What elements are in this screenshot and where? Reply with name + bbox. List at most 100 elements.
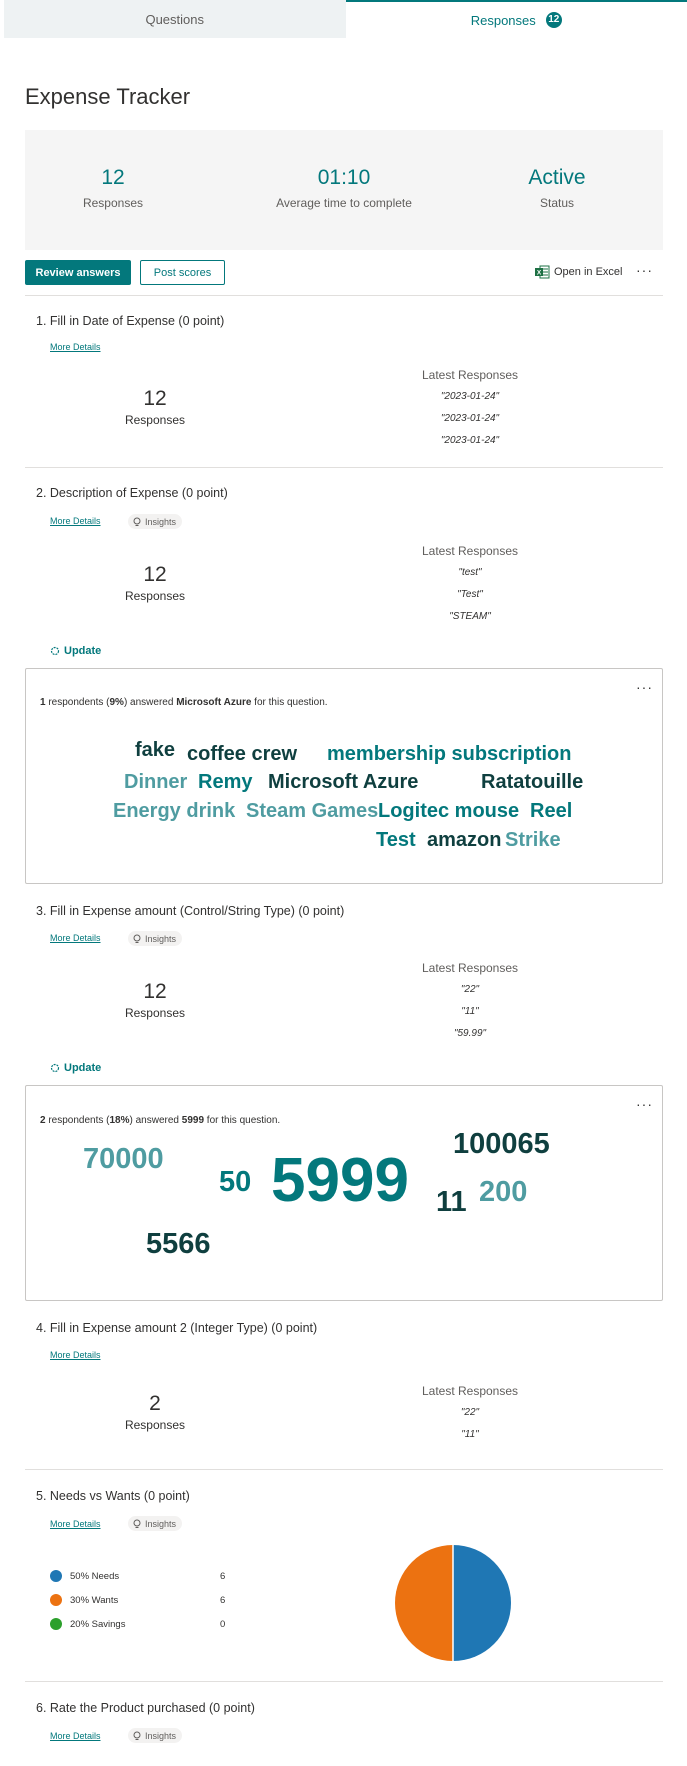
q5-legend: 50% Needs 6 30% Wants 6 20% Savings 0 — [50, 1564, 225, 1636]
review-answers-button[interactable]: Review answers — [25, 260, 131, 285]
legend-item: 30% Wants 6 — [50, 1588, 225, 1612]
open-in-excel-button[interactable]: X Open in Excel — [535, 265, 622, 279]
form-title: Expense Tracker — [25, 84, 191, 109]
q4-response-count: 2 Responses — [85, 1392, 225, 1432]
word-cloud-item: 50 — [219, 1166, 252, 1198]
lightbulb-icon — [133, 934, 141, 943]
status-stat-label: Status — [539, 196, 575, 210]
q3-more-details-link[interactable]: More Details — [50, 933, 101, 943]
word-cloud-item: fake — [135, 739, 176, 761]
q1-latest-item: "2023-01-24" — [440, 413, 500, 424]
q4-count-label: Responses — [124, 1418, 186, 1432]
q3-insights-label: Insights — [145, 933, 177, 944]
q1-latest-responses: Latest Responses "2023-01-24" "2023-01-2… — [380, 368, 560, 452]
q3-insights-button[interactable]: Insights — [128, 931, 183, 946]
word-cloud-item: membership subscription — [327, 743, 572, 765]
q2-card-more-icon[interactable]: ··· — [636, 679, 653, 695]
q3-insight-card: ··· 2 respondents (18%) answered 5999 fo… — [25, 1085, 663, 1301]
lightbulb-icon — [133, 517, 141, 526]
word-cloud-item: Strike — [505, 829, 561, 851]
question-2-title: 2. Description of Expense (0 point) — [36, 486, 228, 500]
divider — [25, 467, 663, 468]
q2-update-label: Update — [64, 645, 102, 657]
pie-slice-needs — [453, 1545, 511, 1661]
word-cloud-item: 11 — [436, 1186, 467, 1218]
excel-icon: X — [535, 265, 550, 279]
more-options-icon[interactable]: ··· — [636, 262, 653, 278]
legend-item: 50% Needs 6 — [50, 1564, 225, 1588]
word-cloud-item: Ratatouille — [481, 771, 584, 793]
legend-dot — [50, 1618, 62, 1630]
q3-insight-text: ) answered — [129, 1115, 182, 1126]
question-4-title: 4. Fill in Expense amount 2 (Integer Typ… — [36, 1321, 318, 1335]
q2-update-button[interactable]: Update — [50, 645, 101, 657]
q1-count-label: Responses — [124, 413, 186, 427]
tab-questions-label: Questions — [145, 11, 205, 27]
post-scores-button[interactable]: Post scores — [140, 260, 225, 285]
q3-update-button[interactable]: Update — [50, 1062, 101, 1074]
word-cloud-item: Microsoft Azure — [268, 771, 419, 793]
avg-time-stat: 01:10 Average time to complete — [244, 166, 444, 210]
q6-insights-label: Insights — [145, 1730, 177, 1741]
q3-card-more-icon[interactable]: ··· — [636, 1096, 653, 1112]
q2-count-value: 12 — [143, 563, 167, 586]
word-cloud-item: Steam Games — [246, 800, 379, 822]
q5-insights-button[interactable]: Insights — [128, 1516, 183, 1531]
q3-response-count: 12 Responses — [85, 980, 225, 1020]
q2-more-details-link[interactable]: More Details — [50, 516, 101, 526]
legend-label: 50% Needs — [70, 1570, 120, 1582]
q2-count-label: Responses — [124, 589, 186, 603]
q1-latest-heading: Latest Responses — [421, 368, 519, 382]
divider — [25, 1469, 663, 1470]
q2-insight-card: ··· 1 respondents (9%) answered Microsof… — [25, 668, 663, 884]
tab-questions[interactable]: Questions — [4, 0, 346, 38]
q2-latest-heading: Latest Responses — [421, 544, 519, 558]
q4-more-details-link[interactable]: More Details — [50, 1350, 101, 1360]
summary-panel: 12 Responses 01:10 Average time to compl… — [25, 130, 663, 250]
q2-insights-label: Insights — [145, 516, 177, 527]
q2-insight-text: for this question. — [251, 697, 328, 708]
q4-latest-item: "22" — [460, 1407, 480, 1418]
lightbulb-icon — [133, 1519, 141, 1528]
question-3-title: 3. Fill in Expense amount (Control/Strin… — [36, 904, 345, 918]
word-cloud-item: 200 — [479, 1176, 528, 1208]
word-cloud-item: Remy — [198, 771, 253, 793]
word-cloud-item: 70000 — [83, 1143, 164, 1175]
q2-latest-item: "Test" — [457, 589, 483, 600]
q3-insight-text: respondents ( — [45, 1115, 110, 1126]
q1-more-details-link[interactable]: More Details — [50, 342, 101, 352]
word-cloud-item: amazon — [427, 829, 502, 851]
divider — [25, 295, 663, 296]
pie-slice-wants — [395, 1545, 453, 1661]
q3-insight-answer: 5999 — [181, 1115, 205, 1126]
q2-insight-pct: 9% — [109, 697, 124, 708]
svg-text:X: X — [537, 270, 542, 277]
legend-item: 20% Savings 0 — [50, 1612, 225, 1636]
q6-insights-button[interactable]: Insights — [128, 1728, 183, 1743]
word-cloud-item: Test — [376, 829, 416, 851]
q6-more-details-link[interactable]: More Details — [50, 1731, 101, 1741]
legend-count: 0 — [220, 1618, 226, 1630]
responses-count-badge: 12 — [545, 12, 562, 28]
legend-label: 20% Savings — [70, 1618, 126, 1630]
q5-more-details-link[interactable]: More Details — [50, 1519, 101, 1529]
legend-dot — [50, 1570, 62, 1582]
q3-latest-item: "22" — [460, 984, 480, 995]
responses-stat: 12 Responses — [13, 166, 213, 210]
divider — [25, 1681, 663, 1682]
q5-pie-chart — [395, 1545, 511, 1661]
legend-dot — [50, 1594, 62, 1606]
refresh-icon — [50, 1063, 60, 1073]
refresh-icon — [50, 646, 60, 656]
q3-count-label: Responses — [124, 1006, 186, 1020]
q4-latest-heading: Latest Responses — [421, 1384, 519, 1398]
q3-insight-pct: 18% — [109, 1115, 130, 1126]
word-cloud-item: Energy drink — [113, 800, 236, 822]
tab-responses[interactable]: Responses 12 — [345, 0, 687, 38]
question-5-title: 5. Needs vs Wants (0 point) — [36, 1489, 190, 1503]
word-cloud-item: coffee crew — [187, 743, 298, 765]
open-in-excel-label: Open in Excel — [554, 266, 623, 278]
q2-insights-button[interactable]: Insights — [128, 514, 183, 529]
word-cloud-item: 5566 — [146, 1228, 211, 1260]
word-cloud-item: 5999 — [271, 1146, 409, 1215]
